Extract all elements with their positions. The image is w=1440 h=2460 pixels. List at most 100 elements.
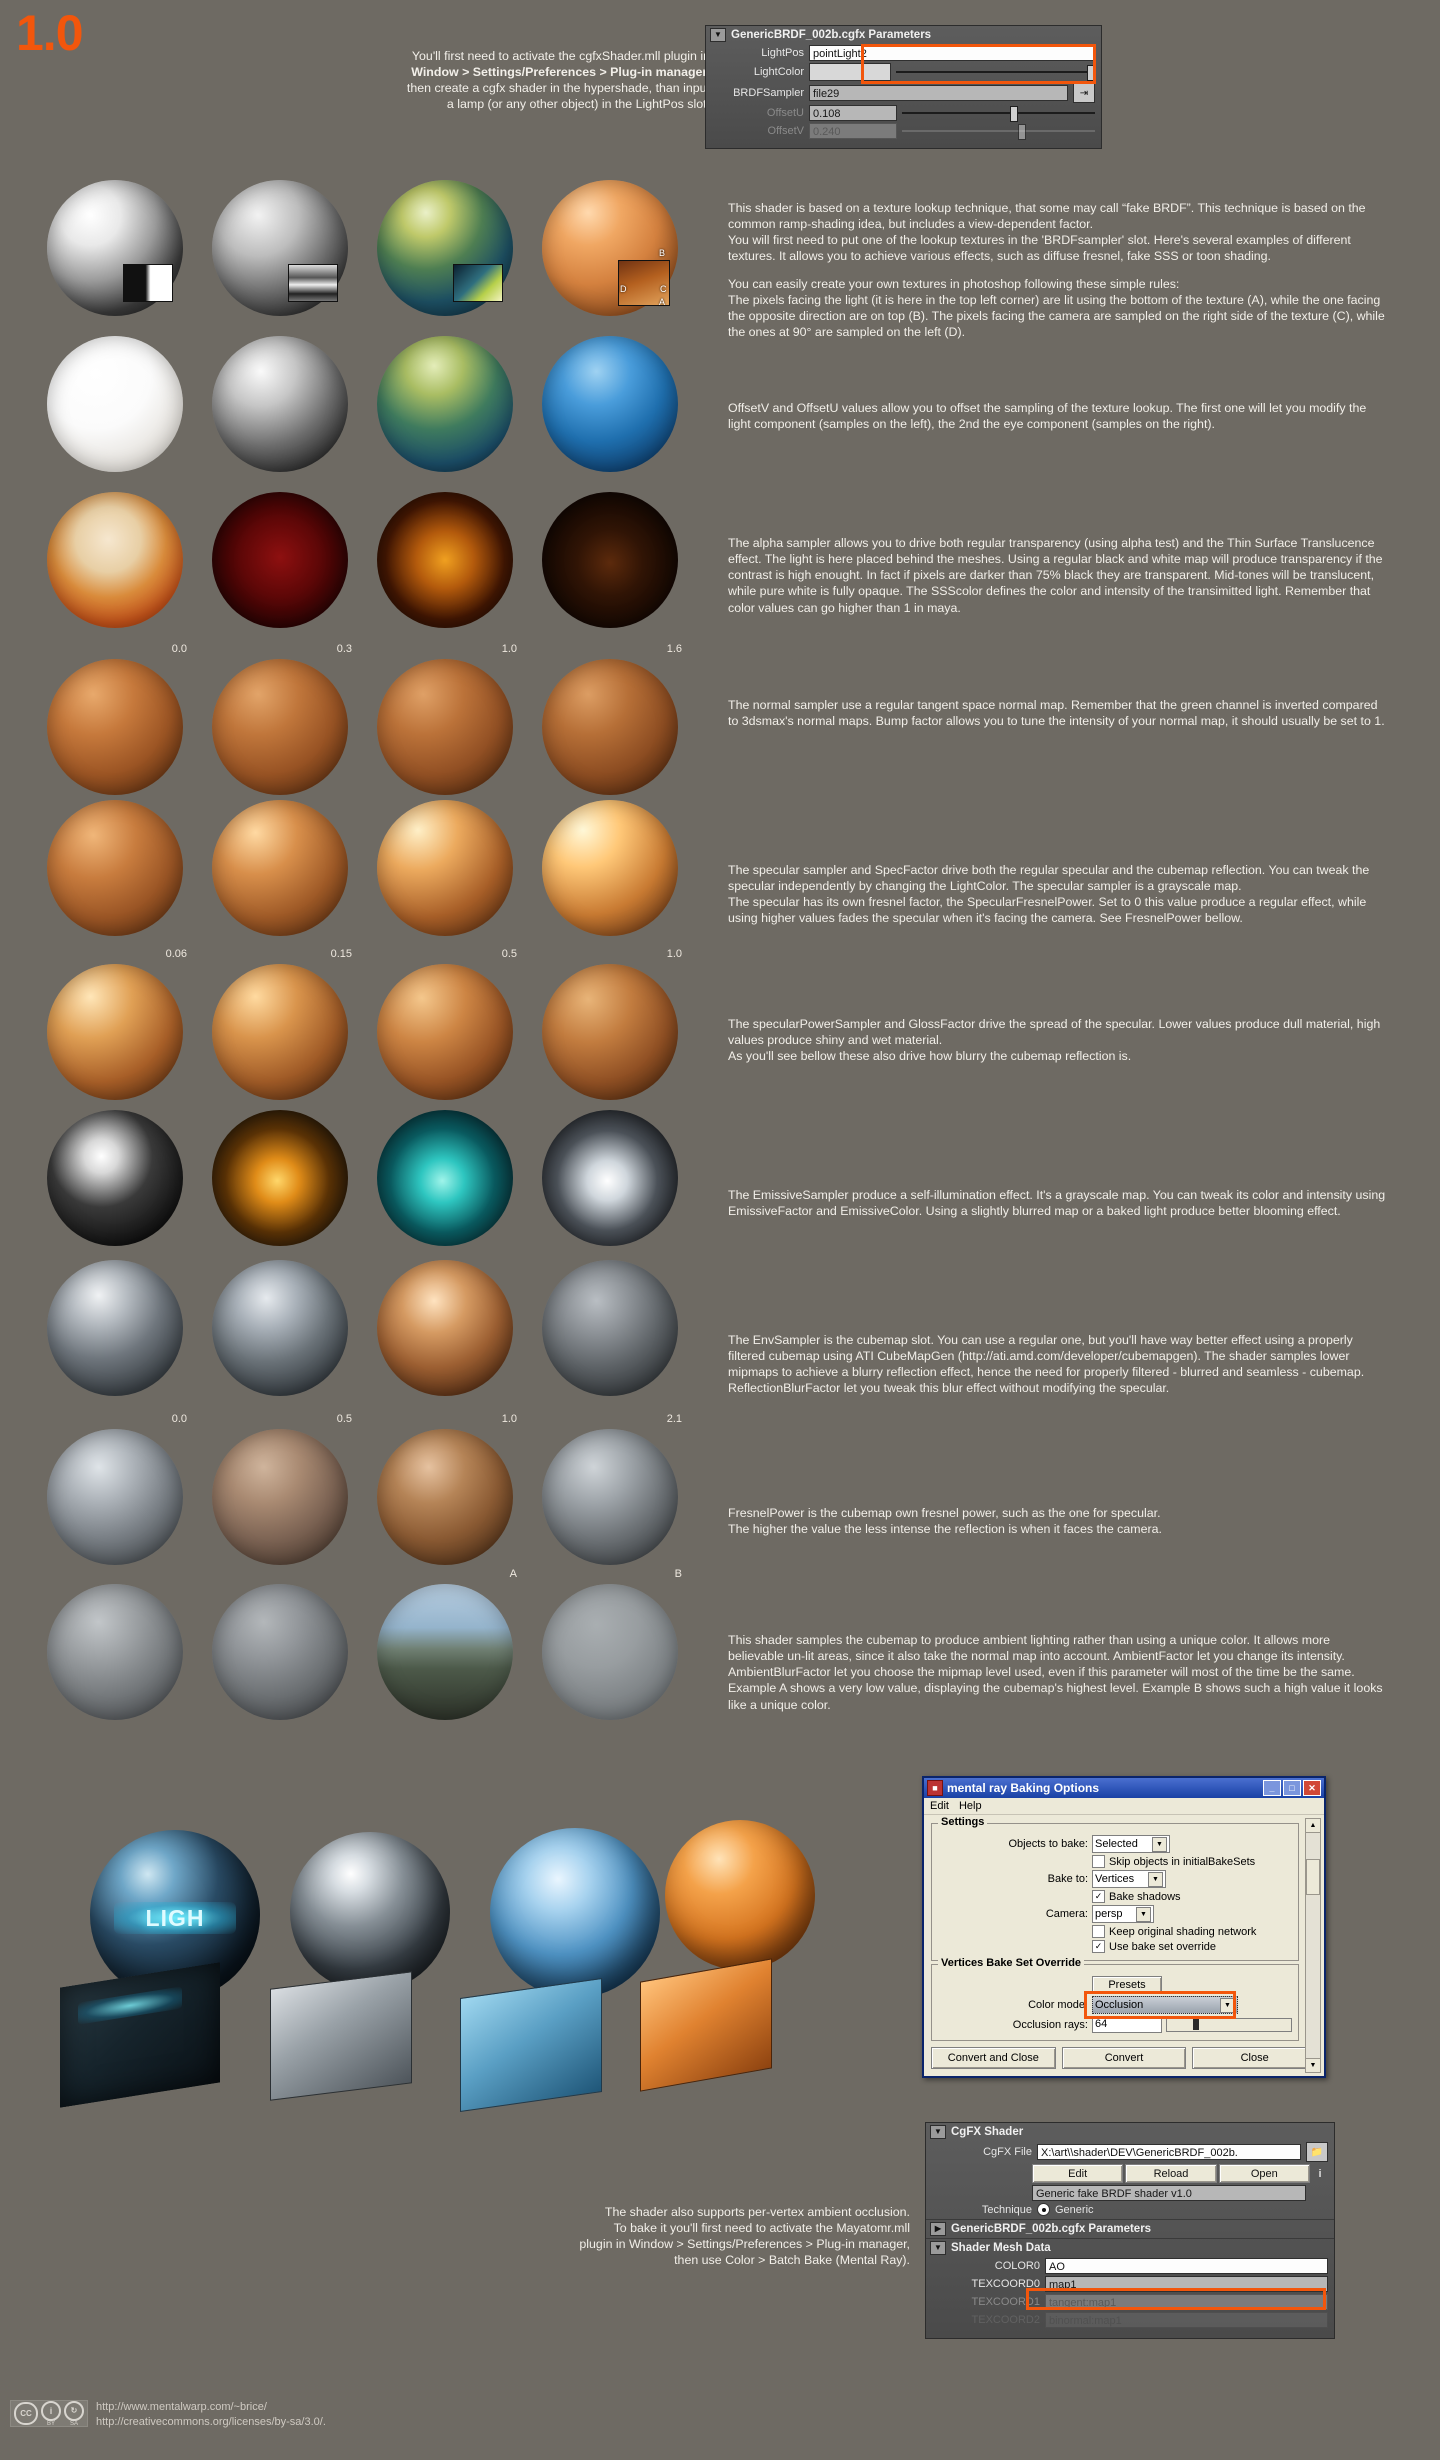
color-mode-value: Occlusion [1095, 1999, 1144, 2011]
objects-to-bake-row: Objects to bake: Selected ▼ [938, 1835, 1292, 1853]
offsetu-input[interactable]: 0.108 [809, 105, 897, 121]
open-button[interactable]: Open [1218, 2164, 1310, 2183]
color0-input[interactable]: AO [1045, 2258, 1328, 2274]
sphere-value-label: 0.0 [171, 643, 187, 655]
occlusion-rays-slider[interactable] [1166, 2017, 1292, 2032]
sphere-cell [530, 492, 690, 642]
author-link[interactable]: http://www.mentalwarp.com/~brice/ [96, 2400, 326, 2415]
version-title: 1.0 [16, 5, 84, 61]
cube-orange [640, 1958, 772, 2092]
camera-label: Camera: [1045, 1908, 1088, 1920]
share-alike-icon: ↻ [64, 2400, 84, 2421]
note-line: The EnvSampler is the cubemap slot. You … [728, 1333, 1365, 1396]
sphere-preview [542, 1110, 678, 1246]
bake-to-select[interactable]: Vertices ▼ [1092, 1870, 1166, 1888]
texcoord2-input[interactable]: binormal:map1 [1045, 2312, 1328, 2328]
menu-item-help[interactable]: Help [959, 1800, 982, 1812]
mesh-data-title: Shader Mesh Data [951, 2242, 1051, 2254]
offsetu-slider[interactable] [902, 106, 1095, 122]
panel-title-bar[interactable]: ▼ GenericBRDF_002b.cgfx Parameters [706, 26, 1101, 44]
offsetv-input[interactable]: 0.240 [809, 123, 897, 139]
cgfx-params-title-bar[interactable]: ▶ GenericBRDF_002b.cgfx Parameters [926, 2219, 1334, 2238]
chevron-down-icon[interactable]: ▼ [930, 2125, 946, 2139]
convert-button[interactable]: Convert [1061, 2047, 1187, 2069]
presets-button[interactable]: Presets [1092, 1976, 1162, 1994]
sphere-preview [212, 1110, 348, 1246]
note-specular-sampler: The specular sampler and SpecFactor driv… [728, 862, 1388, 927]
skip-objects-row: Skip objects in initialBakeSets [938, 1855, 1292, 1868]
note-line: The normal sampler use a regular tangent… [728, 698, 1385, 729]
chevron-down-icon[interactable]: ▼ [1220, 1997, 1235, 2013]
dialog-scrollbar[interactable]: ▲ ▼ [1305, 1818, 1321, 2073]
chevron-right-icon[interactable]: ▶ [930, 2222, 946, 2236]
chevron-down-icon[interactable]: ▼ [710, 28, 726, 42]
objects-to-bake-label: Objects to bake: [1008, 1838, 1089, 1850]
sphere-cell [365, 800, 525, 950]
chevron-down-icon[interactable]: ▼ [930, 2241, 946, 2255]
cgfx-shader-title-bar[interactable]: ▼ CgFX Shader [926, 2123, 1334, 2141]
chevron-down-icon[interactable]: ▼ [1148, 1871, 1163, 1887]
minimize-icon[interactable]: _ [1263, 1780, 1281, 1796]
lightcolor-swatch[interactable] [809, 63, 891, 81]
use-bake-set-checkbox[interactable]: ✓ [1092, 1940, 1105, 1953]
sphere-cell: 0.06 [35, 948, 195, 1100]
sphere-value-label: 1.0 [666, 948, 682, 960]
mesh-data-title-bar[interactable]: ▼ Shader Mesh Data [926, 2238, 1334, 2257]
bake-to-value: Vertices [1095, 1873, 1135, 1885]
reload-button[interactable]: Reload [1125, 2164, 1217, 2183]
texcoord1-input[interactable]: tangent:map1 [1045, 2294, 1328, 2310]
close-button[interactable]: Close [1192, 2047, 1318, 2069]
cube-metal [270, 1971, 412, 2101]
attribution-icon: i [41, 2400, 61, 2421]
ao-note: The shader also supports per-vertex ambi… [520, 2204, 910, 2269]
cgfx-file-input[interactable]: X:\art\\shader\DEV\GenericBRDF_002b. [1037, 2144, 1301, 2160]
license-link[interactable]: http://creativecommons.org/licenses/by-s… [96, 2415, 326, 2430]
sphere-cell: 1.0 [530, 948, 690, 1100]
sphere-preview [377, 492, 513, 628]
objects-to-bake-select[interactable]: Selected ▼ [1092, 1835, 1170, 1853]
technique-value: Generic [1055, 2203, 1094, 2216]
menu-item-edit[interactable]: Edit [930, 1800, 949, 1812]
note-offset-uv: OffsetV and OffsetU values allow you to … [728, 400, 1388, 432]
camera-select[interactable]: persp ▼ [1092, 1905, 1154, 1923]
scroll-down-icon[interactable]: ▼ [1306, 2058, 1320, 2072]
edit-button[interactable]: Edit [1032, 2164, 1124, 2183]
keep-original-checkbox[interactable] [1092, 1925, 1105, 1938]
sphere-cell: B [530, 1568, 690, 1720]
sphere-cell [530, 800, 690, 950]
scroll-thumb[interactable] [1306, 1859, 1320, 1895]
brdfsampler-label: BRDFSampler [733, 87, 804, 99]
lightcolor-slider[interactable] [896, 65, 1095, 81]
cgfx-params-title: GenericBRDF_002b.cgfx Parameters [951, 2223, 1152, 2235]
cgfx-shader-title: CgFX Shader [951, 2126, 1024, 2138]
note-line: The alpha sampler allows you to drive bo… [728, 536, 1383, 615]
offsetv-slider[interactable] [902, 124, 1095, 140]
chevron-down-icon[interactable]: ▼ [1136, 1906, 1151, 1922]
brdfsampler-input[interactable]: file29 [809, 85, 1068, 101]
skip-objects-checkbox[interactable] [1092, 1855, 1105, 1868]
maya-icon: ■ [927, 1780, 943, 1796]
color-mode-label: Color mode: [1028, 1999, 1088, 2011]
chevron-down-icon[interactable]: ▼ [1152, 1836, 1167, 1852]
scroll-up-icon[interactable]: ▲ [1306, 1819, 1320, 1833]
sphere-cell [35, 1570, 195, 1720]
convert-and-close-button[interactable]: Convert and Close [931, 2047, 1056, 2069]
bake-shadows-checkbox[interactable]: ✓ [1092, 1890, 1105, 1903]
close-icon[interactable]: ✕ [1303, 1780, 1321, 1796]
technique-radio[interactable] [1037, 2203, 1050, 2216]
maximize-icon[interactable]: □ [1283, 1780, 1301, 1796]
lightpos-input[interactable]: pointLight2 [809, 45, 1095, 61]
occlusion-rays-input[interactable]: 64 [1092, 2016, 1162, 2033]
sphere-value-label: 0.06 [165, 948, 187, 960]
folder-icon[interactable]: 📁 [1306, 2142, 1328, 2162]
color-mode-select[interactable]: Occlusion ▼ [1092, 1996, 1238, 2014]
texcoord0-input[interactable]: map1 [1045, 2276, 1328, 2292]
dialog-menu-bar: Edit Help [924, 1798, 1324, 1815]
info-icon[interactable]: i [1312, 2168, 1328, 2180]
cgfx-buttons-row: Edit Reload Open i [926, 2163, 1334, 2184]
sphere-cell [35, 492, 195, 642]
texture-link-icon[interactable]: ⇥ [1073, 83, 1095, 103]
dialog-title-bar[interactable]: ■ mental ray Baking Options _ □ ✕ [924, 1778, 1324, 1798]
sphere-row-brdf-sampler: B D C A [0, 180, 720, 330]
cube-emissive [60, 1962, 220, 2108]
